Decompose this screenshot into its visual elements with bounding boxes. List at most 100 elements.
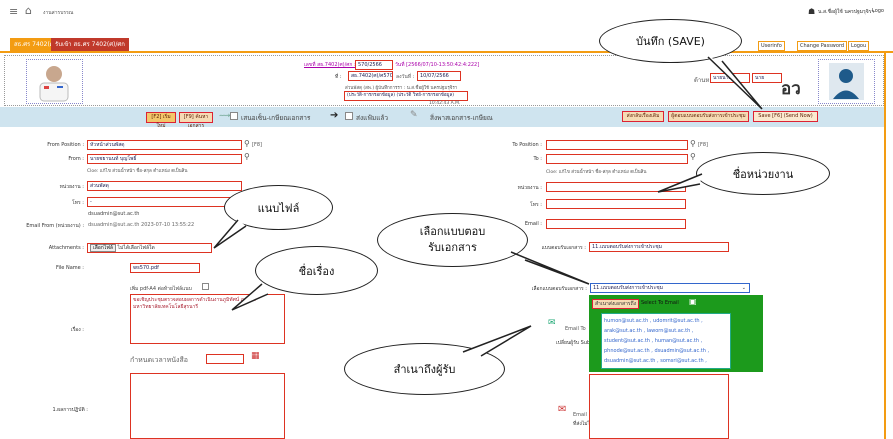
filter-icon: ⟿	[219, 111, 231, 120]
cc-line: student@sut.ac.th , human@sut.ac.th ,	[604, 338, 703, 344]
userinfo-link[interactable]: Userinfo	[758, 41, 785, 51]
to-position-field[interactable]	[546, 140, 688, 150]
to-position-label: To Position :	[512, 142, 542, 148]
accent-line	[0, 51, 893, 53]
attach-label: Attachments :	[48, 245, 84, 251]
from-email-2: dsuadmin@sut.ac.th 2023-07-10 13:55:22	[88, 222, 195, 228]
check-sent[interactable]	[345, 112, 353, 120]
from-field[interactable]: นายชยานนท์ บุญโพธิ์	[87, 154, 242, 164]
to-search-icon[interactable]: ⚲	[690, 152, 696, 161]
ref-label: ที่ :	[335, 74, 342, 80]
unit-callout-tail	[657, 173, 703, 193]
logout-tab[interactable]: Logou	[848, 41, 870, 51]
clock: 10:42:43 A.M.	[429, 101, 461, 106]
search-button[interactable]: [F9] ค้นหาเอกสาร	[179, 112, 213, 129]
reply-field[interactable]: 11.แบบตอบรับส่งการเข้าประชุม	[589, 242, 729, 252]
cc-line: arak@sut.ac.th , laworn@sut.ac.th ,	[604, 328, 694, 334]
to-field[interactable]	[546, 154, 688, 164]
from-unit-field[interactable]: ส่วนพัสดุ	[87, 181, 242, 191]
deadline-label: กำหนดเวลาหนังสือ	[130, 356, 188, 364]
ref-field[interactable]: สธ.7402(ศ)/ศ570	[348, 71, 393, 81]
top-bar: ≡ ⌂ งานสารบรรณ น.ส.ชื่อผู้ใช้ นครปฐมรุจิ…	[0, 0, 893, 38]
from-tel-label: โทร :	[72, 200, 84, 206]
to-position-search-icon[interactable]: ⚲	[690, 139, 696, 148]
to-email-field[interactable]	[546, 219, 686, 229]
save-callout-tail	[707, 56, 763, 110]
accent-line-right	[884, 51, 886, 439]
from-position-field[interactable]: หัวหน้าส่วนพัสดุ	[87, 140, 242, 150]
reply-select-value: 11.แบบตอบรับส่งการเข้าประชุม	[593, 285, 663, 291]
pen-icon: ✎	[410, 110, 418, 120]
filename-label: File Name :	[56, 265, 84, 271]
new-button[interactable]: [F2] เริ่มใหม่	[146, 112, 176, 129]
from-position-search-icon[interactable]: ⚲	[244, 139, 250, 148]
pdf-label: เพิ่ม pdf-A4 ต่อท้ายไฟล์แนบ	[130, 286, 192, 292]
subject-callout: ชื่อเรื่อง	[255, 246, 378, 295]
right-textarea[interactable]	[589, 374, 729, 439]
reply-select[interactable]: 11.แบบตอบรับส่งการเข้าประชุม ⌄	[590, 283, 750, 293]
filename-field[interactable]: ws570.pdf	[130, 263, 200, 273]
from-position-label: From Position :	[47, 142, 84, 148]
receiver-photo	[818, 59, 875, 104]
tab-incoming[interactable]: รับเข้า สธ.ศร 7402(ศ)/ศก	[51, 38, 129, 51]
doc-no-field[interactable]: 570/2566	[355, 60, 393, 70]
chevron-down-icon: ⌄	[741, 285, 746, 291]
pdf-checkbox[interactable]	[202, 283, 209, 290]
resend-button[interactable]: ส่งกลับเรื่องเดิม	[622, 111, 664, 122]
attach-choose-button[interactable]: เลือกไฟล์	[90, 244, 116, 252]
cc-callout-tail	[462, 325, 532, 357]
reply-callout-tail	[510, 251, 590, 285]
office-line: ส่วนพัสดุ (สพ.) ผู้บันทึกการรา : น.ส.ชื่…	[345, 86, 458, 91]
from-label: From :	[68, 156, 84, 162]
menu-icon[interactable]: ≡	[9, 6, 18, 18]
user-name[interactable]: น.ส.ชื่อผู้ใช้ นครปฐมรุจิรา	[818, 8, 874, 16]
email-error-icon: ✉	[558, 404, 567, 415]
attach-none-text: ไม่ได้เลือกไฟล์ใด	[117, 245, 155, 251]
email-bottom-label: Email	[573, 412, 587, 418]
from-position-f8: [F8]	[252, 142, 262, 148]
from-tel-field[interactable]: -	[87, 197, 242, 207]
doc-no-label[interactable]: เลขที่ สธ.7402(ศ)/ศก :	[304, 61, 356, 69]
arrow-icon: ➔	[330, 110, 339, 121]
endorse-label: สิ่งพาสเอกสาร-เกษียณ	[430, 114, 493, 122]
printer-icon[interactable]: ▣	[689, 297, 697, 306]
cc-line: humon@sut.ac.th , udomrit@sut.ac.th ,	[604, 318, 703, 324]
cc-line: dsuadmin@sut.ac.th , somsri@sut.ac.th ,	[604, 358, 707, 364]
practice-textarea[interactable]	[130, 373, 285, 439]
user-icon: ☗	[808, 7, 816, 16]
email-to-label[interactable]: Email To	[565, 326, 586, 332]
logout-link[interactable]: Logo	[872, 8, 884, 14]
to-unit-label: หน่วยงาน :	[517, 185, 542, 191]
initials: อว	[781, 79, 801, 99]
check-present-label: เสนอเซ็น-เกษียณเอกสาร	[241, 114, 311, 122]
status-line[interactable]: (ประวัติ-การกรอกข้อมูล) (ประวัติ วิทย์-ก…	[344, 91, 468, 101]
practice-label: 1.ผลการปฏิบัติ :	[52, 407, 88, 413]
change-password-link[interactable]: Change Password	[797, 41, 848, 51]
cc-select-label[interactable]: Select To Email	[641, 300, 679, 306]
email-to-icon[interactable]: ✉	[548, 318, 556, 328]
check-present[interactable]	[230, 112, 238, 120]
app-title: งานสารบรรณ	[43, 10, 74, 16]
calendar-icon[interactable]: ▦	[251, 351, 260, 361]
cc-title[interactable]: สำเนาส่งเอกสารถึง	[592, 299, 640, 309]
cc-line: phnode@sut.ac.th , dsuadmin@sut.ac.th ,	[604, 348, 710, 354]
attach-field[interactable]: เลือกไฟล์ ไม่ได้เลือกไฟล์ใด	[87, 243, 212, 253]
ref-date-label: ลงวันที่ :	[396, 74, 415, 80]
deadline-field[interactable]	[206, 354, 244, 364]
home-icon[interactable]: ⌂	[25, 5, 32, 17]
to-position-f8: [F8]	[698, 142, 708, 148]
to-tel-field[interactable]	[546, 199, 686, 209]
doc-date: วันที่ [2566/07/10-13:50:42:4:222]	[395, 62, 480, 68]
subject-label: เรื่อง :	[70, 327, 84, 333]
from-email-label: Email From (หน่วยงาน) :	[26, 223, 84, 229]
sender-photo	[26, 59, 83, 104]
cc-list[interactable]: humon@sut.ac.th , udomrit@sut.ac.th , ar…	[601, 313, 731, 369]
unit-callout: ชื่อหน่วยงาน	[696, 152, 830, 195]
to-tel-label: โทร :	[530, 202, 542, 208]
ref-date-field[interactable]: 10/07/2566	[417, 71, 461, 81]
to-label: To :	[533, 156, 542, 162]
check-sent-label: ส่งแฟ้มแล้ว	[356, 114, 389, 122]
from-email-1: dsuadmin@sut.ac.th	[88, 211, 140, 217]
from-search-icon[interactable]: ⚲	[244, 152, 250, 161]
attach-callout-tail	[213, 219, 247, 249]
